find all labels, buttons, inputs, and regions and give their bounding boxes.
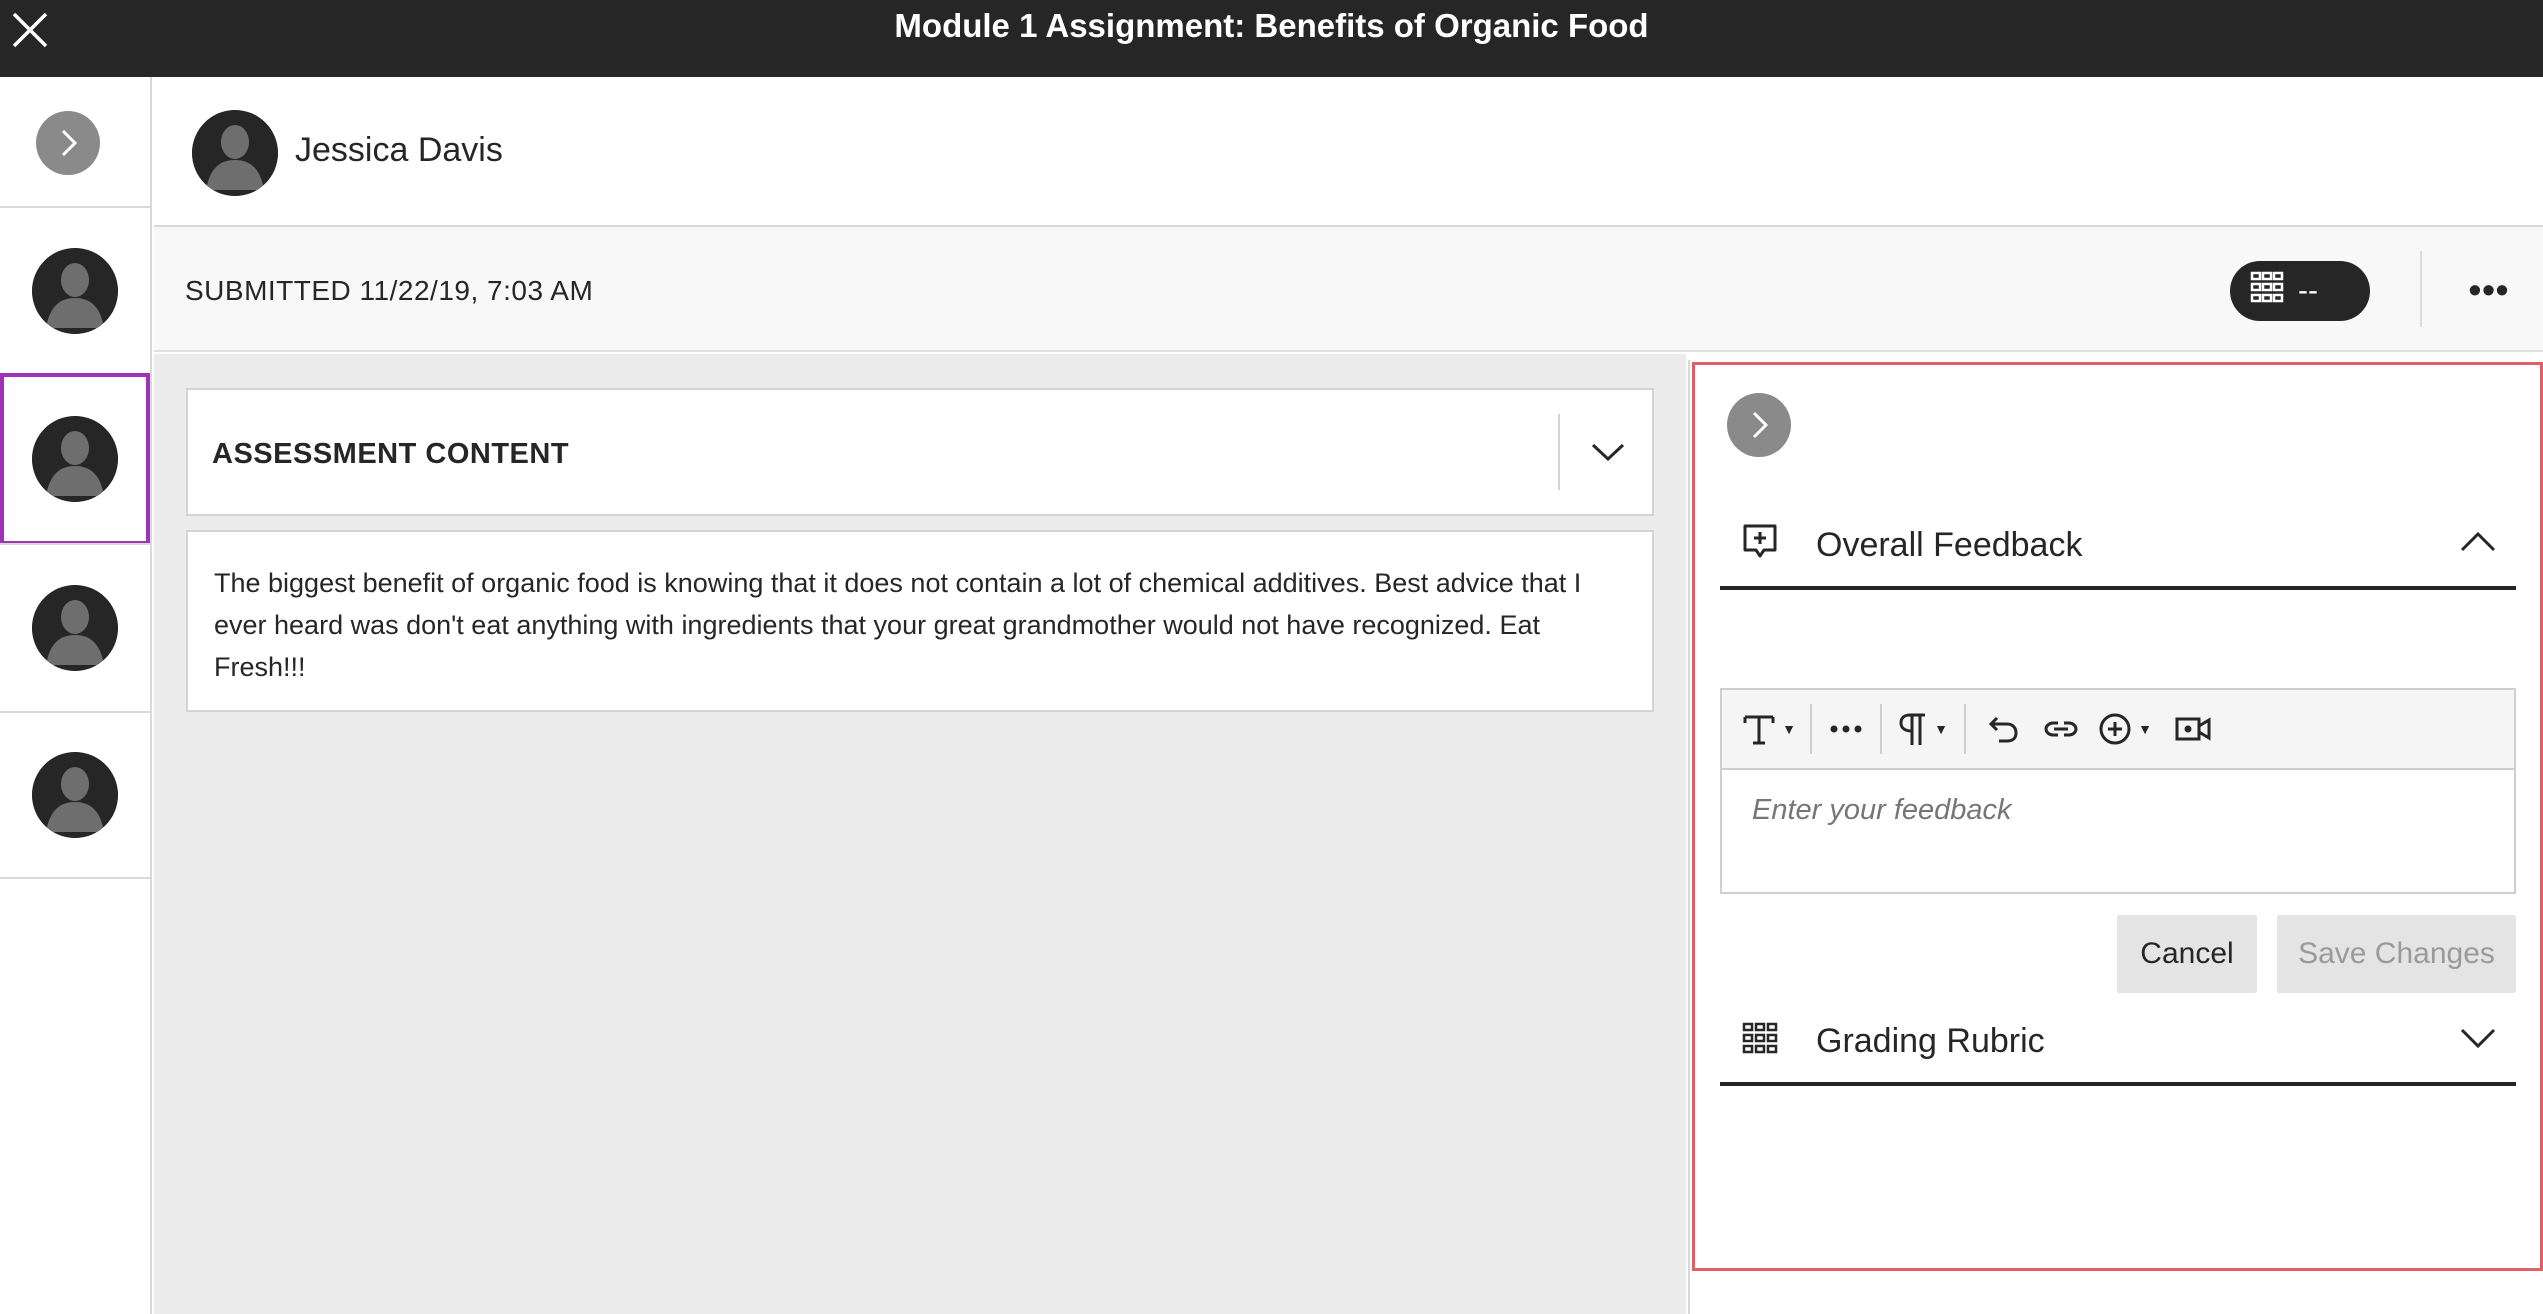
grade-pill-button[interactable]: --: [2230, 261, 2370, 321]
avatar-icon: [32, 248, 118, 334]
chevron-down-icon[interactable]: [2454, 1018, 2502, 1058]
chevron-up-icon[interactable]: [2454, 522, 2502, 562]
toolbar-separator: [1810, 704, 1812, 754]
text-format-icon[interactable]: ▼: [1736, 699, 1802, 759]
insert-icon[interactable]: ▼: [2090, 699, 2160, 759]
feedback-panel: Overall Feedback ▼ ▼ ▼ Enter your feedba…: [1688, 360, 2543, 1314]
student-list-item[interactable]: [0, 543, 150, 711]
add-feedback-icon: [1740, 522, 1780, 562]
student-header: Jessica Davis: [154, 77, 2543, 227]
assessment-content-header[interactable]: ASSESSMENT CONTENT: [186, 388, 1654, 516]
assessment-content-title: ASSESSMENT CONTENT: [212, 438, 570, 470]
submission-status: SUBMITTED 11/22/19, 7:03 AM: [185, 275, 594, 306]
avatar-icon: [32, 585, 118, 671]
toolbar-separator: [1964, 704, 1966, 754]
chevron-right-icon: [1752, 411, 1769, 439]
divider: [1558, 414, 1560, 490]
feedback-editor: ▼ ▼ ▼ Enter your feedback: [1720, 688, 2516, 894]
grade-value: --: [2298, 274, 2318, 307]
rail-toggle-button[interactable]: [36, 111, 100, 175]
submission-bar: SUBMITTED 11/22/19, 7:03 AM -- •••: [154, 227, 2543, 352]
student-list-item-selected[interactable]: [0, 373, 150, 545]
avatar-icon: [32, 752, 118, 838]
save-changes-button[interactable]: Save Changes: [2277, 915, 2516, 993]
grading-rubric-label: Grading Rubric: [1816, 1022, 2045, 1060]
top-bar: Module 1 Assignment: Benefits of Organic…: [0, 0, 2543, 77]
student-name: Jessica Davis: [295, 131, 503, 169]
avatar-icon: [192, 110, 278, 196]
panel-collapse-button[interactable]: [1727, 393, 1791, 457]
divider: [2420, 251, 2422, 327]
student-list-item[interactable]: [0, 206, 150, 374]
feedback-input[interactable]: Enter your feedback: [1722, 772, 2514, 892]
paragraph-icon[interactable]: ▼: [1890, 699, 1956, 759]
rubric-icon: [1740, 1018, 1780, 1058]
student-list-item[interactable]: [0, 711, 150, 879]
grading-rubric-header[interactable]: Grading Rubric: [1720, 996, 2516, 1086]
submission-content-area: ASSESSMENT CONTENT The biggest benefit o…: [154, 354, 1686, 1314]
editor-toolbar: ▼ ▼ ▼: [1722, 690, 2514, 770]
video-record-icon[interactable]: [2160, 699, 2226, 759]
cancel-button[interactable]: Cancel: [2117, 915, 2257, 993]
chevron-down-icon[interactable]: [1568, 414, 1648, 490]
more-icon[interactable]: [1820, 699, 1872, 759]
rubric-icon: [2250, 270, 2284, 312]
overall-feedback-header[interactable]: Overall Feedback: [1720, 500, 2516, 590]
undo-icon[interactable]: [1974, 699, 2032, 759]
more-options-button[interactable]: •••: [2444, 265, 2534, 315]
avatar-icon: [32, 416, 118, 502]
page-title: Module 1 Assignment: Benefits of Organic…: [894, 7, 1649, 44]
assessment-content-body: The biggest benefit of organic food is k…: [186, 530, 1654, 712]
student-rail: [0, 77, 152, 1314]
chevron-right-icon: [61, 129, 78, 157]
overall-feedback-label: Overall Feedback: [1816, 526, 2083, 564]
toolbar-separator: [1880, 704, 1882, 754]
link-icon[interactable]: [2032, 699, 2090, 759]
